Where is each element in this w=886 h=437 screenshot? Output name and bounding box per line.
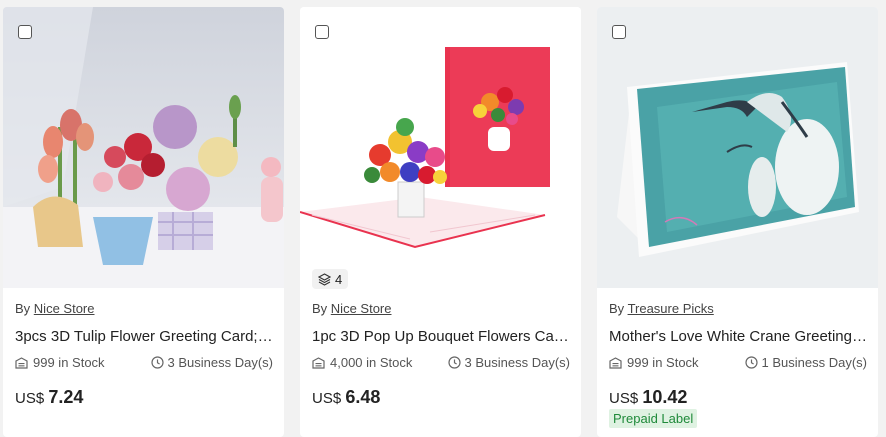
product-card[interactable]: By Treasure Picks Mother's Love White Cr… [597, 7, 878, 437]
currency: US$ [609, 390, 639, 407]
select-checkbox[interactable] [612, 25, 626, 39]
shipping-text: 1 Business Day(s) [761, 355, 867, 370]
warehouse-icon [15, 356, 28, 369]
stock-text: 999 in Stock [627, 355, 699, 370]
price: US$ 10.42 [609, 387, 687, 408]
clock-icon [744, 356, 758, 369]
warehouse-icon [609, 356, 622, 369]
stock-info: 999 in Stock [609, 355, 699, 370]
warehouse-icon [312, 356, 325, 369]
stock-text: 4,000 in Stock [330, 355, 413, 370]
shipping-text: 3 Business Day(s) [167, 355, 273, 370]
product-title[interactable]: 1pc 3D Pop Up Bouquet Flowers Card... [312, 328, 570, 345]
clock-icon [447, 356, 461, 369]
stock-text: 999 in Stock [33, 355, 105, 370]
clock-icon [150, 356, 164, 369]
stock-info: 4,000 in Stock [312, 355, 412, 370]
product-title[interactable]: 3pcs 3D Tulip Flower Greeting Card; ... [15, 328, 273, 345]
product-image[interactable] [300, 7, 581, 288]
by-prefix: By [312, 301, 328, 316]
price: US$ 7.24 [15, 387, 83, 408]
prepaid-label-badge: Prepaid Label [609, 409, 698, 428]
layers-icon [318, 272, 331, 286]
store-line: By Treasure Picks [609, 301, 714, 316]
store-line: By Nice Store [15, 301, 95, 316]
product-title[interactable]: Mother's Love White Crane Greeting ... [609, 328, 867, 345]
store-link[interactable]: Nice Store [34, 301, 95, 316]
currency: US$ [312, 390, 342, 407]
product-card[interactable]: 4 By Nice Store 1pc 3D Pop Up Bouquet Fl… [300, 7, 581, 437]
currency: US$ [15, 390, 45, 407]
store-link[interactable]: Nice Store [331, 301, 392, 316]
product-card[interactable]: By Nice Store 3pcs 3D Tulip Flower Greet… [3, 7, 284, 437]
select-checkbox[interactable] [18, 25, 32, 39]
stock-info: 999 in Stock [15, 355, 105, 370]
store-line: By Nice Store [312, 301, 392, 316]
shipping-info: 3 Business Day(s) [150, 355, 273, 370]
price: US$ 6.48 [312, 387, 380, 408]
by-prefix: By [609, 301, 625, 316]
shipping-info: 1 Business Day(s) [744, 355, 867, 370]
shipping-info: 3 Business Day(s) [447, 355, 570, 370]
product-image[interactable] [597, 7, 878, 288]
by-prefix: By [15, 301, 31, 316]
variant-count: 4 [335, 271, 343, 287]
price-amount: 10.42 [642, 387, 688, 407]
variant-count-badge: 4 [312, 269, 349, 289]
price-amount: 7.24 [48, 387, 84, 407]
select-checkbox[interactable] [315, 25, 329, 39]
shipping-text: 3 Business Day(s) [464, 355, 570, 370]
store-link[interactable]: Treasure Picks [628, 301, 714, 316]
price-amount: 6.48 [345, 387, 381, 407]
product-image[interactable] [3, 7, 284, 288]
